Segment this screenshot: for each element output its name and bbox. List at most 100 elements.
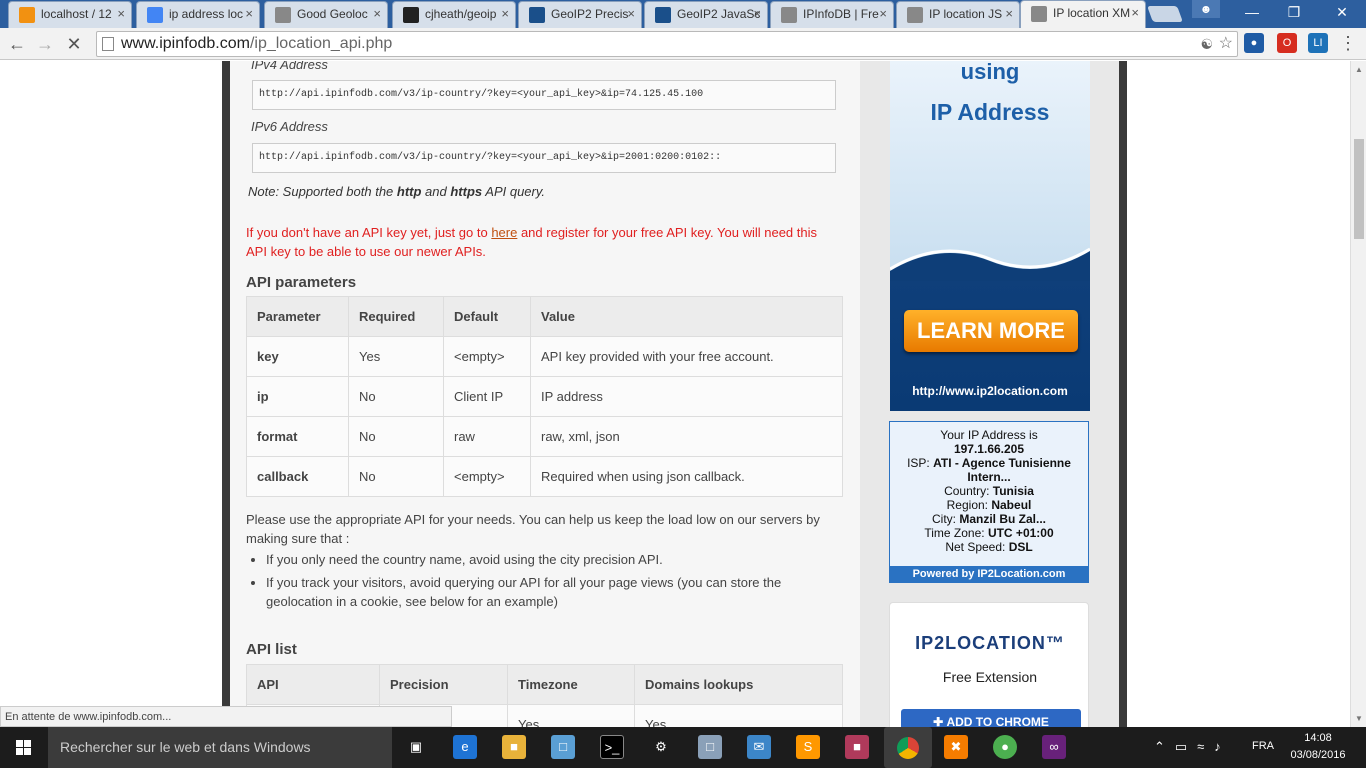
extension-li-icon[interactable]: LI <box>1308 33 1328 53</box>
system-tray[interactable]: ⌃▭≈♪ <box>1154 739 1231 755</box>
github-icon <box>403 7 419 23</box>
country-value: Tunisia <box>992 484 1034 498</box>
tab-close-icon[interactable]: × <box>1131 1 1139 25</box>
tab-close-icon[interactable]: × <box>373 2 381 26</box>
visual-studio-icon[interactable]: ∞ <box>1042 735 1066 759</box>
page-viewport: IPv4 Address http://api.ipinfodb.com/v3/… <box>0 61 1350 727</box>
register-link[interactable]: here <box>491 225 517 240</box>
browser-tab[interactable]: ip address loc × <box>136 1 260 28</box>
browser-tab[interactable]: GeoIP2 Precis × <box>518 1 642 28</box>
app-icon[interactable]: □ <box>698 735 722 759</box>
table-cell: raw, xml, json <box>530 416 843 457</box>
api-parameters-table: Parameter Required Default Value key Yes <emp… <box>246 296 843 497</box>
bookmark-star-icon[interactable]: ☆ <box>1219 32 1233 56</box>
browser-tab[interactable]: IP location JS × <box>896 1 1020 28</box>
maximize-button[interactable]: ❐ <box>1274 0 1314 24</box>
maxmind-icon <box>655 7 671 23</box>
back-icon[interactable]: ← <box>5 32 29 56</box>
store-icon[interactable]: □ <box>551 735 575 759</box>
country-label: Country: <box>944 484 993 498</box>
note-https: https <box>450 184 483 199</box>
ip2location-ad-banner[interactable]: using IP Address LEARN MORE http://www.i… <box>890 61 1090 411</box>
cmd-icon[interactable]: >_ <box>600 735 624 759</box>
table-cell: ip <box>246 376 349 417</box>
settings-gear-icon[interactable]: ⚙ <box>649 735 673 759</box>
date: 03/08/2016 <box>1290 749 1346 761</box>
outlook-icon[interactable]: ✉ <box>747 735 771 759</box>
forward-icon[interactable]: → <box>33 32 57 56</box>
note-suffix: API query. <box>482 184 546 199</box>
sidebar: using IP Address LEARN MORE http://www.i… <box>860 61 1119 727</box>
tab-close-icon[interactable]: × <box>501 2 509 26</box>
table-header: Domains lookups <box>634 664 843 705</box>
page-border-left <box>222 61 230 727</box>
browser-tab[interactable]: IPInfoDB | Fre × <box>770 1 894 28</box>
sublime-icon[interactable]: S <box>796 735 820 759</box>
browser-tab[interactable]: localhost / 12 × <box>8 1 132 28</box>
browser-tab[interactable]: cjheath/geoip × <box>392 1 516 28</box>
powered-by-link[interactable]: Powered by IP2Location.com <box>890 566 1088 582</box>
wave-graphic <box>890 247 1090 281</box>
ipv4-url-box[interactable]: http://api.ipinfodb.com/v3/ip-country/?k… <box>252 80 836 110</box>
windows-start-icon[interactable] <box>0 727 48 768</box>
stop-loading-icon[interactable]: ✕ <box>62 32 86 56</box>
browser-tab[interactable]: Good Geoloc × <box>264 1 388 28</box>
table-row: key Yes <empty> API key provided with your … <box>246 336 843 377</box>
taskbar-search-box[interactable]: Rechercher sur le web et dans Windows <box>48 727 392 768</box>
vertical-scrollbar[interactable]: ▲ ▼ <box>1350 61 1366 727</box>
tab-close-icon[interactable]: × <box>117 2 125 26</box>
table-header: Value <box>530 296 843 337</box>
translate-icon[interactable]: ☯ <box>1200 32 1213 56</box>
ad-url[interactable]: http://www.ip2location.com <box>890 384 1090 398</box>
tab-close-icon[interactable]: × <box>879 2 887 26</box>
tab-close-icon[interactable]: × <box>1005 2 1013 26</box>
api-parameters-heading: API parameters <box>246 274 357 291</box>
tab-title: cjheath/geoip <box>425 7 497 21</box>
ad-line-1: using <box>960 61 1020 84</box>
person-icon[interactable]: ☻ <box>1192 0 1220 18</box>
xampp-icon[interactable]: ✖ <box>944 735 968 759</box>
menu-icon[interactable]: ⋮ <box>1338 33 1358 53</box>
new-tab-button[interactable] <box>1147 6 1183 22</box>
chrome-taskbar-icon[interactable] <box>884 727 932 768</box>
ip-title: Your IP Address is <box>940 428 1038 442</box>
app-icon-2[interactable]: ■ <box>845 735 869 759</box>
scroll-thumb[interactable] <box>1354 139 1364 239</box>
language-indicator[interactable]: FRA <box>1252 740 1274 752</box>
extension-globe-icon[interactable]: ● <box>1244 33 1264 53</box>
file-explorer-icon[interactable]: ■ <box>502 735 526 759</box>
add-to-chrome-button[interactable]: ✚ ADD TO CHROME <box>901 709 1081 727</box>
net-speed-value: DSL <box>1008 540 1033 554</box>
note-and: and <box>421 184 451 199</box>
ip-info-widget: Your IP Address is 197.1.66.205 ISP: ATI… <box>889 421 1089 583</box>
close-window-button[interactable]: ✕ <box>1318 0 1366 24</box>
list-item: If you track your visitors, avoid queryi… <box>266 573 836 611</box>
address-bar[interactable]: www.ipinfodb.com/ip_location_api.php ☯ ☆ <box>96 31 1238 57</box>
edge-icon[interactable]: e <box>453 735 477 759</box>
minimize-button[interactable]: — <box>1232 0 1272 24</box>
task-view-icon[interactable]: ▣ <box>404 735 428 759</box>
browser-tab[interactable]: GeoIP2 JavaSc × <box>644 1 768 28</box>
usage-bullets: If you only need the country name, avoid… <box>266 550 836 615</box>
table-cell: <empty> <box>443 336 531 377</box>
browser-tab[interactable]: IP location XM × <box>1020 0 1146 28</box>
tab-close-icon[interactable]: × <box>753 2 761 26</box>
scroll-up-icon[interactable]: ▲ <box>1355 65 1363 74</box>
table-cell: <empty> <box>443 456 531 497</box>
scroll-down-icon[interactable]: ▼ <box>1355 714 1363 723</box>
timezone-value: UTC +01:00 <box>987 526 1054 540</box>
learn-more-button[interactable]: LEARN MORE <box>904 310 1078 352</box>
region-value: Nabeul <box>991 498 1032 512</box>
tab-strip: localhost / 12 × ip address loc × Good Geolo… <box>0 0 1366 28</box>
table-cell: Yes <box>634 704 843 727</box>
ipv6-url-box[interactable]: http://api.ipinfodb.com/v3/ip-country/?k… <box>252 143 836 173</box>
tab-close-icon[interactable]: × <box>627 2 635 26</box>
note-prefix: Note: Supported both the <box>248 184 397 199</box>
clock[interactable]: 14:08 03/08/2016 <box>1286 730 1350 764</box>
app-icon-3[interactable]: ● <box>993 735 1017 759</box>
page-border-right <box>1119 61 1127 727</box>
tab-close-icon[interactable]: × <box>245 2 253 26</box>
add-to-chrome-label: ADD TO CHROME <box>946 715 1049 727</box>
tab-title: ip address loc <box>169 7 244 21</box>
extension-opera-icon[interactable]: O <box>1277 33 1297 53</box>
